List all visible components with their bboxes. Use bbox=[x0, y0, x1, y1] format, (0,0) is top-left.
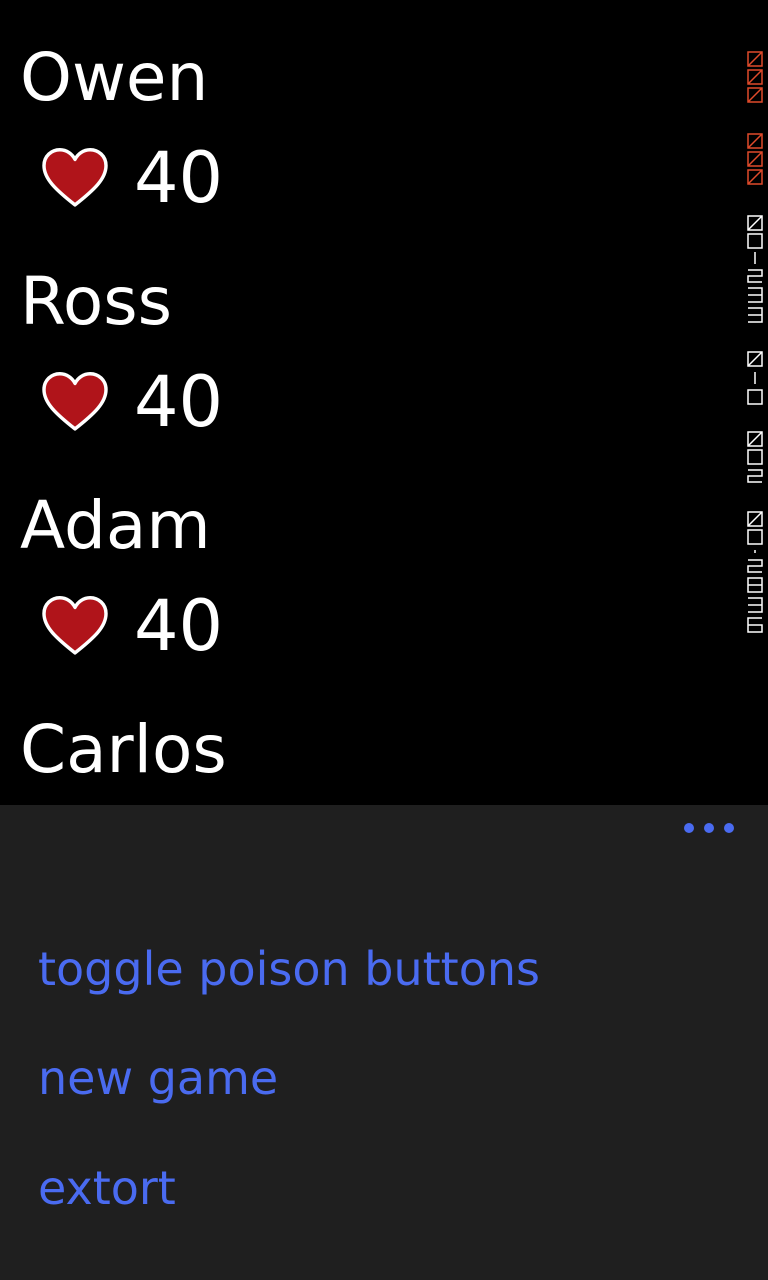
life-total[interactable]: 40 bbox=[134, 138, 223, 218]
player-name: Owen bbox=[20, 39, 209, 116]
player-name: Adam bbox=[20, 487, 211, 564]
heart-icon[interactable] bbox=[40, 371, 110, 433]
player-name: Carlos bbox=[20, 711, 227, 788]
ellipsis-dot bbox=[684, 823, 694, 833]
life-total[interactable]: 40 bbox=[134, 586, 223, 666]
debug-frame-counter bbox=[747, 51, 763, 633]
heart-icon[interactable] bbox=[40, 147, 110, 209]
screen: Owen 40 Ross 40 Adam 40 Carlos toggle po… bbox=[0, 0, 768, 1280]
player-name: Ross bbox=[20, 263, 173, 340]
menu-item-toggle-poison-buttons[interactable]: toggle poison buttons bbox=[38, 941, 540, 997]
menu-item-extort[interactable]: extort bbox=[38, 1160, 176, 1216]
ellipsis-dot bbox=[724, 823, 734, 833]
life-row: 40 bbox=[40, 138, 223, 218]
ellipsis-dot bbox=[704, 823, 714, 833]
heart-icon[interactable] bbox=[40, 595, 110, 657]
ellipsis-icon[interactable] bbox=[684, 821, 734, 835]
player-list[interactable]: Owen 40 Ross 40 Adam 40 Carlos bbox=[0, 0, 740, 805]
app-bar: toggle poison buttons new game extort bbox=[0, 805, 768, 1280]
life-row: 40 bbox=[40, 362, 223, 442]
menu-item-new-game[interactable]: new game bbox=[38, 1050, 278, 1106]
life-total[interactable]: 40 bbox=[134, 362, 223, 442]
life-row: 40 bbox=[40, 586, 223, 666]
